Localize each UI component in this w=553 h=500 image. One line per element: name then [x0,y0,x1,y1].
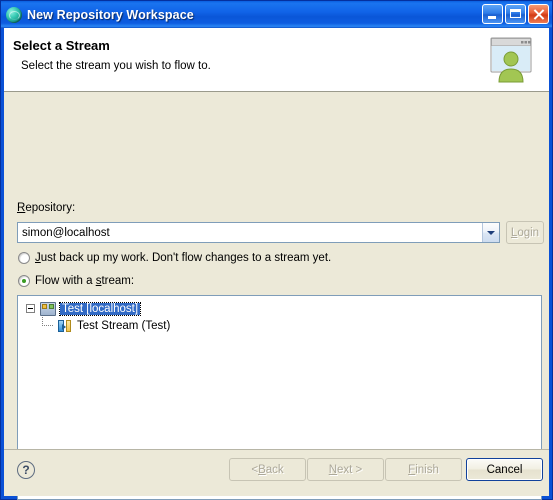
wizard-banner: Select a Stream Select the stream you wi… [4,28,549,92]
radio-label: Just back up my work. Don't flow changes… [35,252,332,264]
tree-item-repository[interactable]: Test [localhost] [18,300,541,317]
dialog-footer: ? < Back Next > Finish Cancel [4,449,549,496]
next-button: Next > [307,458,384,481]
maximize-button[interactable] [505,4,526,24]
repository-icon [40,301,56,316]
minimize-button[interactable] [482,4,503,24]
tree-connector-icon [42,317,56,334]
radio-label: Flow with a stream: [35,275,135,287]
page-title: Select a Stream [13,38,110,53]
repository-value[interactable]: simon@localhost [18,227,482,239]
dialog-window: New Repository Workspace Select a Stream… [0,0,553,500]
tree-item-label[interactable]: Test Stream (Test) [75,320,172,332]
collapse-icon[interactable] [26,304,35,313]
finish-button: Finish [385,458,462,481]
repository-label: Repository: [17,202,76,214]
tree-item-label[interactable]: Test [localhost] [58,301,142,316]
page-subtitle: Select the stream you wish to flow to. [21,60,211,72]
title-bar: New Repository Workspace [1,1,552,28]
stream-icon [57,319,71,333]
cancel-button[interactable]: Cancel [466,458,543,481]
close-button[interactable] [528,4,549,24]
radio-flow-with-stream[interactable]: Flow with a stream: [18,275,134,287]
tree-item-stream[interactable]: Test Stream (Test) [18,317,541,334]
radio-indicator[interactable] [18,252,30,264]
login-button: Login [506,221,544,244]
repository-combo[interactable]: simon@localhost [17,222,500,243]
globe-icon [6,6,22,23]
dialog-body: Repository: simon@localhost Login Just b… [4,92,549,500]
window-title: New Repository Workspace [27,7,194,22]
help-icon[interactable]: ? [17,461,35,479]
back-button: < Back [229,458,306,481]
radio-indicator[interactable] [18,275,30,287]
chevron-down-icon[interactable] [482,223,499,242]
radio-backup-only[interactable]: Just back up my work. Don't flow changes… [18,252,331,264]
dialog-client-area: Select a Stream Select the stream you wi… [4,28,549,500]
user-window-icon [483,32,539,88]
window-controls [482,4,549,24]
